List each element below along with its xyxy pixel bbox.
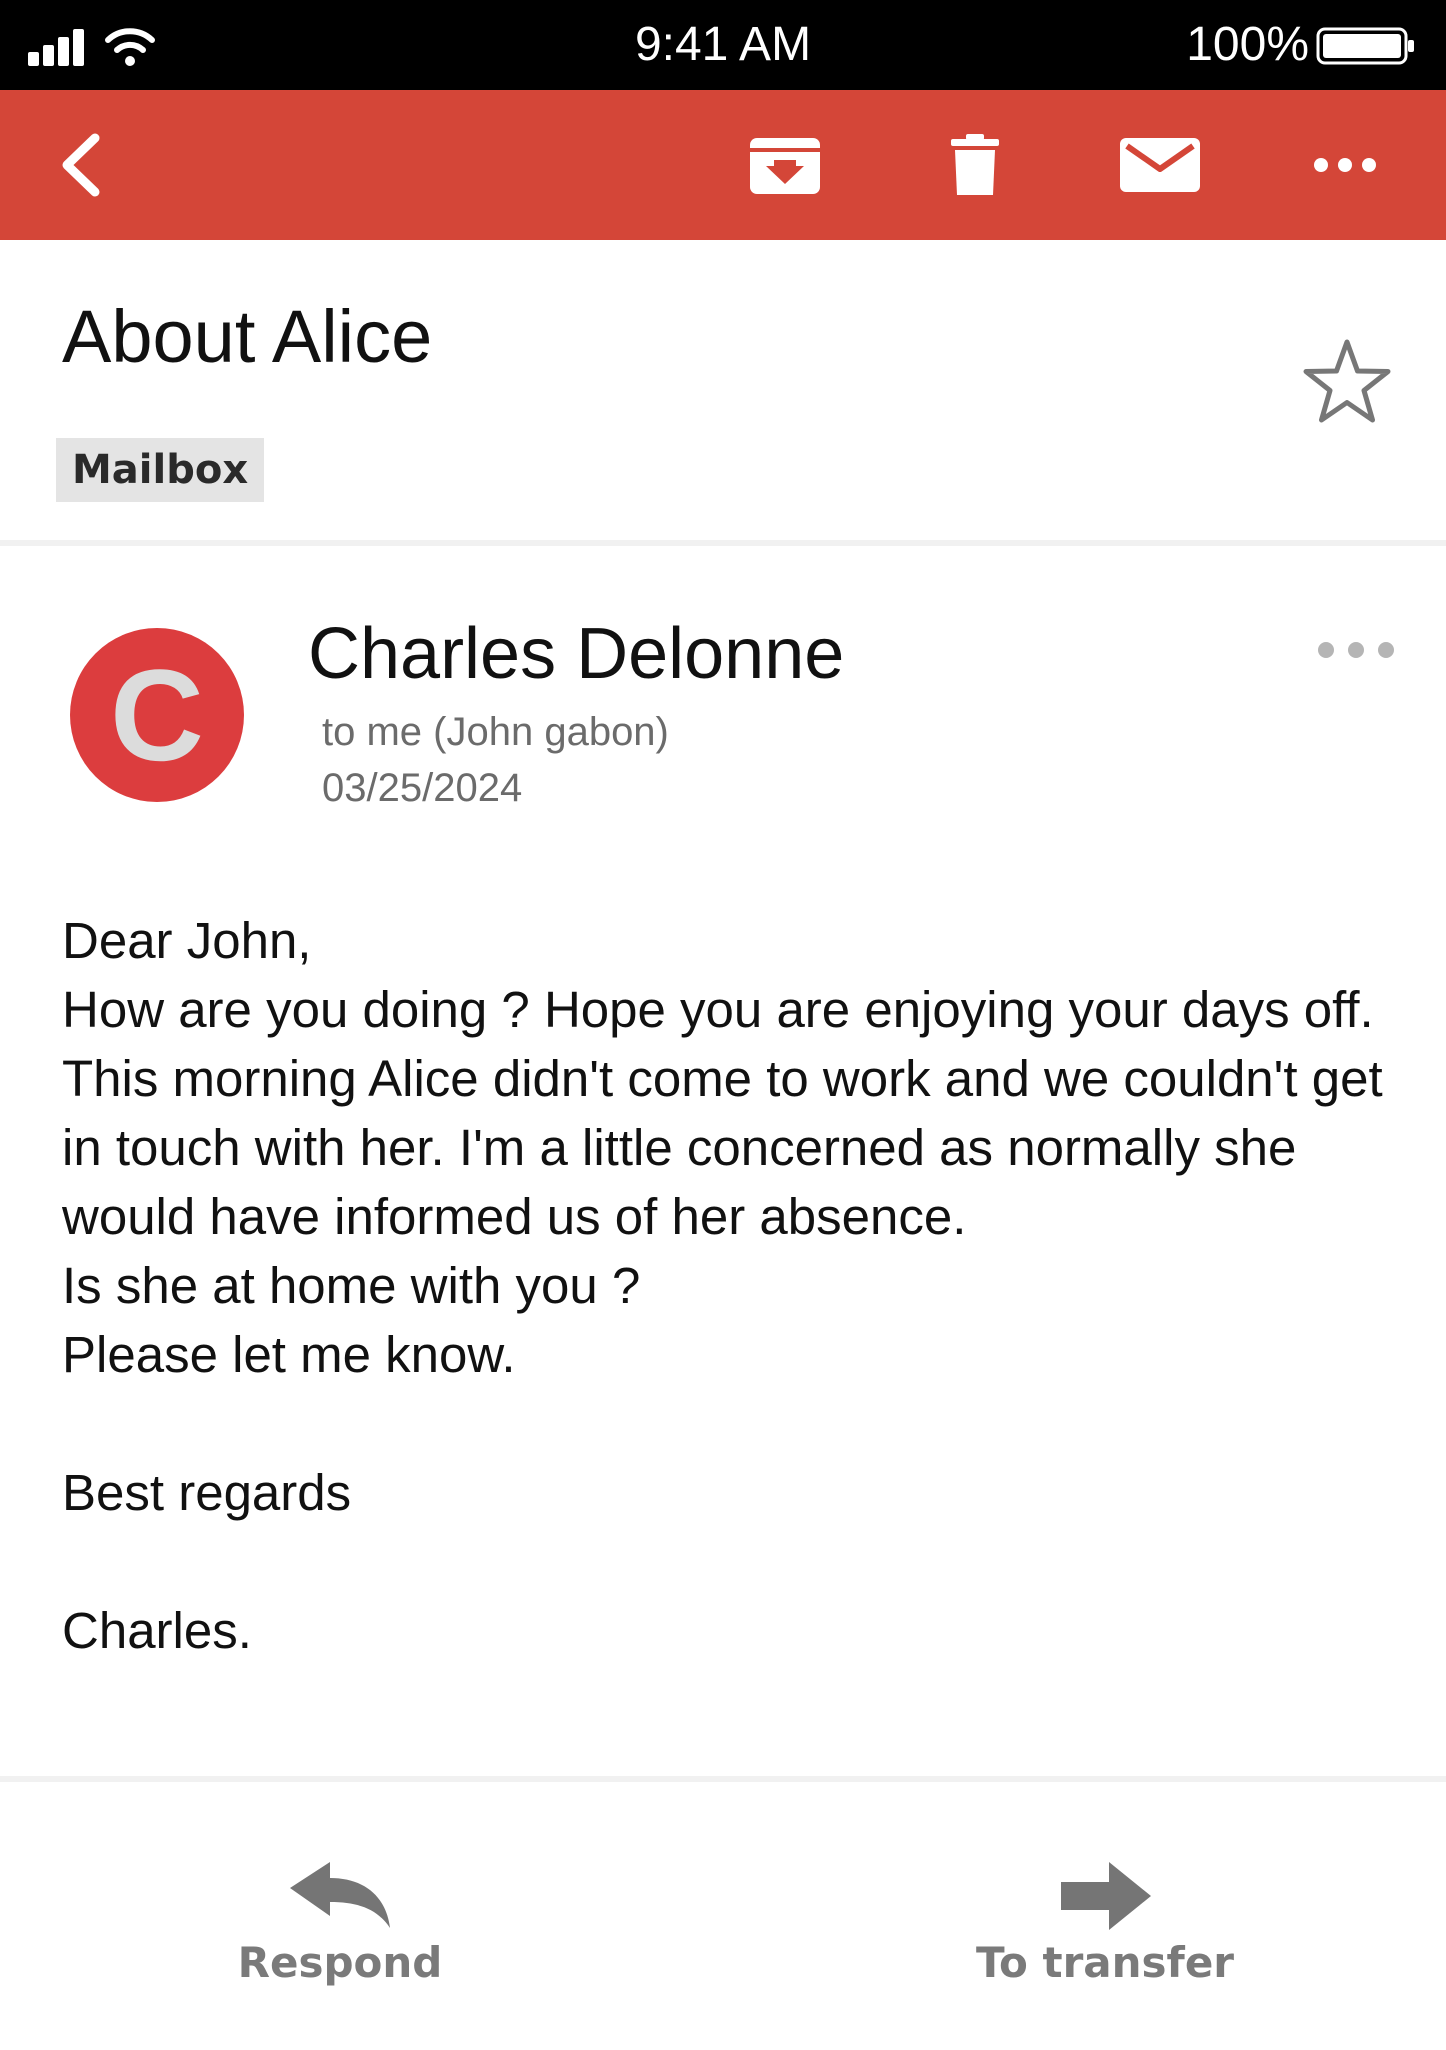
battery-icon	[1316, 27, 1414, 65]
message-date: 03/25/2024	[322, 766, 523, 810]
battery-percentage: 100%	[1186, 18, 1309, 71]
body-question: Is she at home with you ?	[62, 1257, 641, 1314]
archive-icon	[750, 138, 820, 194]
more-icon	[1314, 158, 1376, 172]
header-divider	[0, 540, 1446, 546]
archive-button[interactable]	[740, 90, 830, 240]
delete-button[interactable]	[930, 90, 1020, 240]
body-signature: Charles.	[62, 1602, 252, 1659]
email-subject: About Alice	[62, 295, 433, 378]
respond-button[interactable]: Respond	[230, 1860, 450, 2010]
body-request: Please let me know.	[62, 1326, 516, 1383]
toolbar-more-button[interactable]	[1300, 90, 1390, 240]
body-closing: Best regards	[62, 1464, 352, 1521]
reply-icon	[290, 1862, 390, 1928]
body-paragraph: How are you doing ? Hope you are enjoyin…	[62, 981, 1383, 1245]
back-button[interactable]	[40, 90, 120, 240]
forward-icon	[1061, 1862, 1151, 1930]
transfer-label: To transfer	[975, 1938, 1235, 1987]
mail-icon	[1120, 138, 1200, 192]
recipient-line[interactable]: to me (John gabon)	[322, 710, 669, 755]
avatar-initial: C	[110, 642, 204, 788]
toolbar	[0, 90, 1446, 240]
respond-label: Respond	[237, 1938, 443, 1987]
mailbox-label[interactable]: Mailbox	[56, 438, 265, 502]
star-icon[interactable]	[1300, 336, 1394, 430]
message-more-icon[interactable]	[1316, 630, 1396, 670]
sender-avatar: C	[70, 628, 244, 802]
back-icon	[62, 133, 100, 197]
transfer-button[interactable]: To transfer	[960, 1860, 1250, 2010]
trash-icon	[951, 134, 999, 195]
sender-name[interactable]: Charles Delonne	[308, 618, 844, 690]
body-greeting: Dear John,	[62, 912, 312, 969]
mark-unread-button[interactable]	[1110, 90, 1210, 240]
email-body: Dear John, How are you doing ? Hope you …	[62, 906, 1402, 1665]
footer-divider	[0, 1776, 1446, 1782]
status-bar: 9:41 AM 100%	[0, 0, 1446, 90]
